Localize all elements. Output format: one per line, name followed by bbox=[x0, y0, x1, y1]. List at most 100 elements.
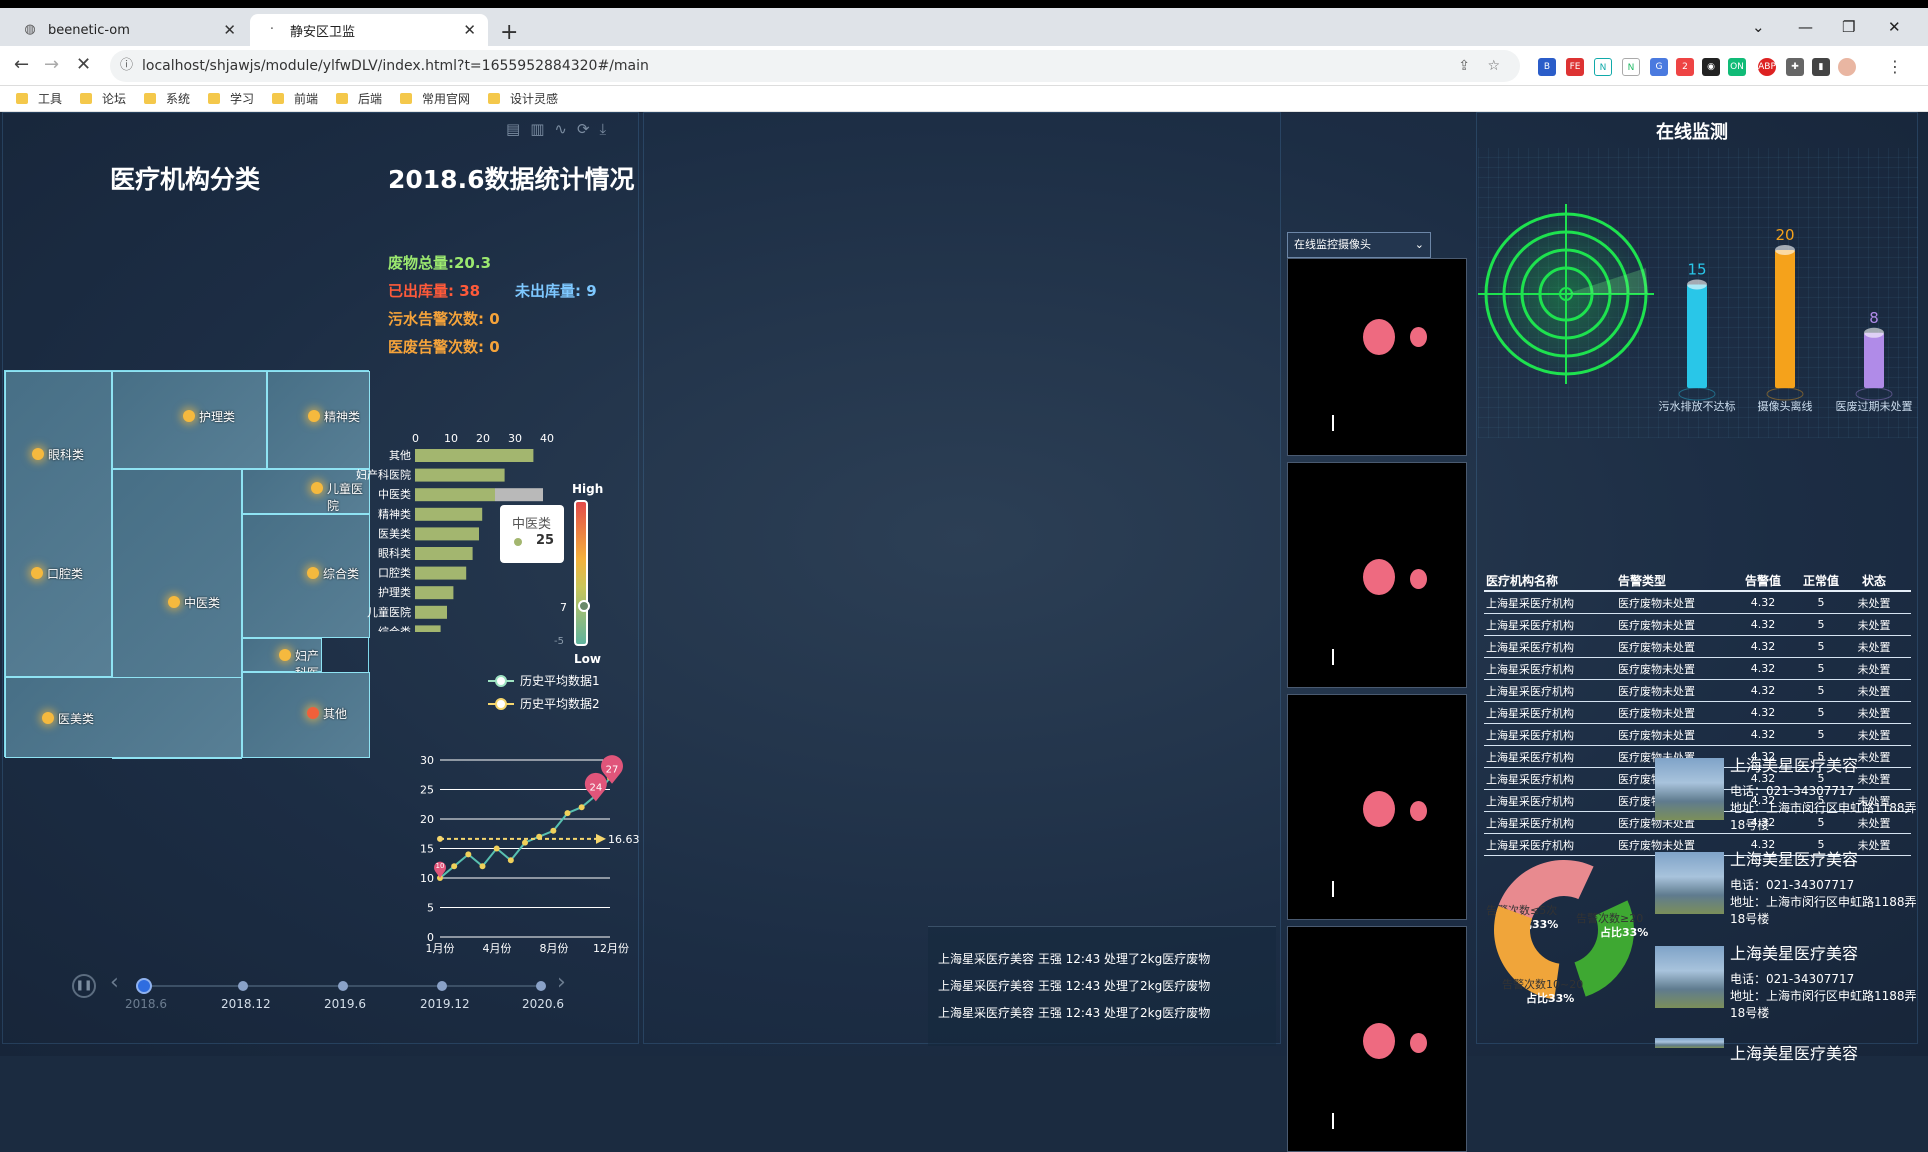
camera-feed[interactable] bbox=[1287, 926, 1467, 1152]
y-tick-label: 10 bbox=[420, 872, 434, 885]
column-header[interactable]: 告警值 bbox=[1730, 572, 1796, 589]
treemap-cell[interactable]: 口腔类 bbox=[5, 521, 112, 677]
table-cell: 4.32 bbox=[1750, 684, 1776, 697]
x-tick-label: 0 bbox=[412, 432, 419, 445]
minimize-button[interactable]: — bbox=[1798, 18, 1813, 36]
timeline-label[interactable]: 2018.12 bbox=[221, 997, 271, 1011]
new-tab-button[interactable]: + bbox=[500, 20, 518, 45]
treemap-cell[interactable]: 医美类 bbox=[5, 677, 242, 758]
bookmark-folder[interactable]: 设计灵感 bbox=[488, 90, 558, 107]
star-icon[interactable]: ☆ bbox=[1487, 50, 1500, 82]
camera-blob bbox=[1410, 801, 1427, 821]
y-tick-label: 妇产科医院 bbox=[356, 468, 411, 482]
restore-button[interactable]: ❐ bbox=[1842, 18, 1855, 36]
menu-icon[interactable]: ⋮ bbox=[1886, 58, 1904, 76]
download-icon[interactable]: ⤓ bbox=[600, 120, 617, 138]
close-icon[interactable]: ✕ bbox=[223, 21, 236, 39]
table-cell: 上海星采医疗机构 bbox=[1486, 596, 1574, 610]
extension-icon[interactable]: N bbox=[1622, 58, 1640, 76]
table-row[interactable]: 上海星采医疗机构 医疗废物未处置 4.32 5 未处置 bbox=[1484, 702, 1911, 724]
table-row[interactable]: 上海星采医疗机构 医疗废物未处置 4.32 5 未处置 bbox=[1484, 592, 1911, 614]
prev-icon[interactable]: ‹ bbox=[110, 970, 119, 995]
tab-title: 静安区卫监 bbox=[290, 24, 356, 40]
extension-icon[interactable]: ON bbox=[1728, 58, 1746, 76]
pie-percent: 占比33% bbox=[1600, 925, 1648, 939]
camera-feed[interactable] bbox=[1287, 462, 1467, 688]
timeline-label[interactable]: 2019.12 bbox=[420, 997, 470, 1011]
camera-feed[interactable] bbox=[1287, 694, 1467, 920]
share-icon[interactable]: ⇪ bbox=[1458, 50, 1470, 82]
table-row[interactable]: 上海星采医疗机构 医疗废物未处置 4.32 5 未处置 bbox=[1484, 680, 1911, 702]
extension-icon[interactable]: N bbox=[1594, 58, 1612, 76]
adblock-icon[interactable]: ABP bbox=[1758, 58, 1776, 76]
table-row[interactable]: 上海星采医疗机构 医疗废物未处置 4.32 5 未处置 bbox=[1484, 724, 1911, 746]
data-view-icon[interactable]: ▤ bbox=[506, 120, 530, 138]
next-icon[interactable]: › bbox=[557, 970, 566, 995]
bookmark-folder[interactable]: 后端 bbox=[336, 90, 382, 107]
sidebar-icon[interactable]: ▮ bbox=[1812, 58, 1830, 76]
url-input[interactable]: ⓘ localhost/shjawjs/module/ylfwDLV/index… bbox=[110, 50, 1520, 82]
tab-jingan[interactable]: · 静安区卫监 ✕ bbox=[250, 14, 488, 46]
table-cell: 5 bbox=[1817, 728, 1825, 741]
column-header[interactable]: 医疗机构名称 bbox=[1484, 572, 1618, 589]
visualmap-gradient[interactable] bbox=[574, 500, 588, 646]
extension-icon[interactable]: G bbox=[1650, 58, 1668, 76]
timeline-point[interactable] bbox=[437, 981, 447, 991]
bar-switch-icon[interactable]: ▥ bbox=[530, 120, 554, 138]
timeline-label[interactable]: 2018.6 bbox=[125, 997, 167, 1011]
bar bbox=[415, 566, 467, 580]
camera-feed[interactable] bbox=[1287, 258, 1467, 456]
treemap-cell[interactable]: 妇产科医院 bbox=[242, 638, 322, 697]
back-icon[interactable]: ← bbox=[14, 54, 29, 75]
column-header[interactable]: 告警类型 bbox=[1618, 572, 1730, 589]
x-tick-label: 30 bbox=[508, 432, 522, 445]
extension-icon[interactable]: FE bbox=[1566, 58, 1584, 76]
line-switch-icon[interactable]: ∿ bbox=[554, 120, 577, 138]
timeline-current-point[interactable] bbox=[136, 978, 152, 994]
extension-icon[interactable]: 2 bbox=[1676, 58, 1694, 76]
series-line bbox=[439, 777, 611, 879]
bookmark-folder[interactable]: 常用官网 bbox=[400, 90, 470, 107]
bookmark-folder[interactable]: 学习 bbox=[208, 90, 254, 107]
avatar[interactable] bbox=[1838, 58, 1856, 76]
forward-icon[interactable]: → bbox=[44, 54, 59, 75]
log-line: 上海星采医疗美容 王强 12:43 处理了2kg医疗废物 bbox=[938, 1006, 1211, 1020]
close-icon[interactable]: ✕ bbox=[463, 21, 476, 39]
folder-icon bbox=[272, 93, 284, 104]
extension-icon[interactable]: ◉ bbox=[1702, 58, 1720, 76]
restore-icon[interactable]: ⟳ bbox=[577, 120, 600, 138]
column-header[interactable]: 状态 bbox=[1846, 572, 1902, 589]
bookmark-folder[interactable]: 系统 bbox=[144, 90, 190, 107]
bookmark-folder[interactable]: 前端 bbox=[272, 90, 318, 107]
tab-beenetic[interactable]: ◍ beenetic-om ✕ bbox=[8, 14, 248, 46]
table-row[interactable]: 上海星采医疗机构 医疗废物未处置 4.32 5 未处置 bbox=[1484, 614, 1911, 636]
timeline-label[interactable]: 2020.6 bbox=[522, 997, 564, 1011]
pause-button[interactable]: ❚❚ bbox=[72, 974, 96, 998]
table-row[interactable]: 上海星采医疗机构 医疗废物未处置 4.32 5 未处置 bbox=[1484, 636, 1911, 658]
timeline-point[interactable] bbox=[536, 981, 546, 991]
bar bbox=[1687, 284, 1707, 388]
camera-select[interactable]: 在线监控摄像头 ⌄ bbox=[1287, 232, 1431, 258]
column-header[interactable]: 正常值 bbox=[1796, 572, 1846, 589]
stop-loading-icon[interactable]: ✕ bbox=[76, 54, 91, 75]
treemap-cell[interactable]: 其他 bbox=[242, 672, 370, 758]
legend-item[interactable]: 历史平均数据1 bbox=[488, 672, 600, 689]
table-row[interactable]: 上海星采医疗机构 医疗废物未处置 4.32 5 未处置 bbox=[1484, 658, 1911, 680]
timeline-point[interactable] bbox=[238, 981, 248, 991]
extension-icon[interactable]: B bbox=[1538, 58, 1556, 76]
puzzle-icon[interactable]: ✚ bbox=[1786, 58, 1804, 76]
bookmarks-bar: 工具 论坛 系统 学习 前端 后端 常用官网 设计灵感 bbox=[0, 86, 1928, 112]
sewage-alarm: 污水告警次数: 0 bbox=[388, 310, 500, 328]
treemap-cell[interactable]: 护理类 bbox=[112, 371, 267, 469]
close-window-button[interactable]: ✕ bbox=[1888, 18, 1901, 36]
visualmap-handle[interactable] bbox=[578, 600, 590, 612]
timeline-point[interactable] bbox=[338, 981, 348, 991]
timeline-label[interactable]: 2019.6 bbox=[324, 997, 366, 1011]
visualmap-high: High bbox=[572, 482, 604, 496]
bookmark-folder[interactable]: 工具 bbox=[16, 90, 62, 107]
window-top-bar bbox=[0, 0, 1928, 8]
visualmap-value: 7 bbox=[560, 601, 567, 614]
bookmark-folder[interactable]: 论坛 bbox=[80, 90, 126, 107]
chevron-down-icon[interactable]: ⌄ bbox=[1752, 18, 1765, 36]
table-cell: 上海星采医疗机构 bbox=[1486, 728, 1574, 742]
